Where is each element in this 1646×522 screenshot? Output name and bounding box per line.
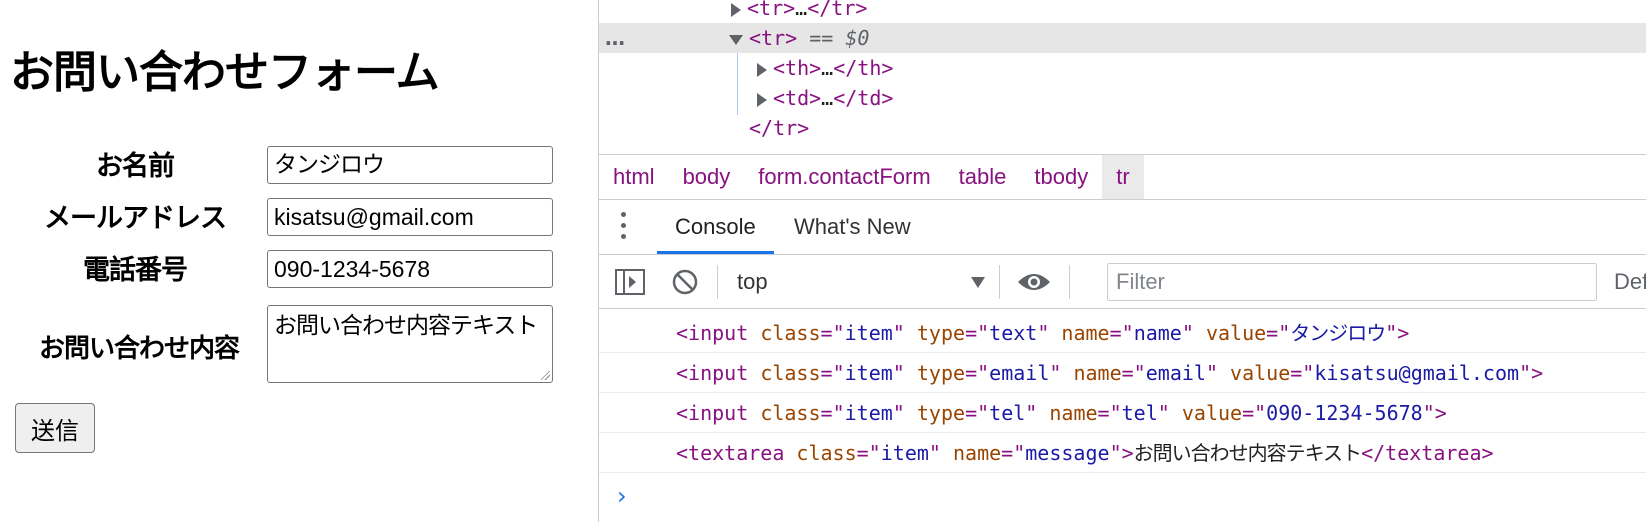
web-page: お問い合わせフォーム お名前 タンジロウ メールアドレス kisatsu@gma… xyxy=(0,0,598,522)
console-message: <input class="item" type="email" name="e… xyxy=(599,353,1646,393)
breadcrumb-table[interactable]: table xyxy=(945,155,1021,199)
expand-triangle-icon[interactable] xyxy=(757,92,767,107)
submit-button[interactable]: 送信 xyxy=(15,403,95,453)
tree-node-tr-selected[interactable]: … <tr> == $0 xyxy=(599,23,1646,53)
message-textarea[interactable]: お問い合わせ内容テキスト xyxy=(267,305,553,383)
tel-input[interactable]: 090-1234-5678 xyxy=(267,250,553,288)
filter-input[interactable]: Filter xyxy=(1107,263,1597,301)
context-value: top xyxy=(737,269,768,294)
page-title: お問い合わせフォーム xyxy=(10,47,440,98)
clear-console-icon[interactable] xyxy=(671,268,699,296)
devtools-panel: <tr>…</tr> … <tr> == $0 <th>…</th> <td>…… xyxy=(598,0,1646,522)
breadcrumb-form[interactable]: form.contactForm xyxy=(744,155,944,199)
name-label: お名前 xyxy=(96,151,175,182)
tree-node-tr-collapsed[interactable]: <tr>…</tr> xyxy=(599,0,1646,23)
breadcrumb-tr[interactable]: tr xyxy=(1102,155,1144,199)
console-message: <input class="item" type="tel" name="tel… xyxy=(599,393,1646,433)
elements-tree: <tr>…</tr> … <tr> == $0 <th>…</th> <td>…… xyxy=(599,0,1646,154)
tab-whats-new[interactable]: What's New xyxy=(794,200,911,254)
expand-triangle-icon[interactable] xyxy=(731,2,741,17)
log-levels-dropdown[interactable]: Def xyxy=(1614,263,1646,301)
tree-node-tr-close[interactable]: </tr> xyxy=(599,113,1646,143)
email-label: メールアドレス xyxy=(44,203,227,234)
breadcrumb-tbody[interactable]: tbody xyxy=(1020,155,1102,199)
message-text: お問い合わせ内容テキスト xyxy=(274,313,538,339)
sidebar-toggle-icon[interactable] xyxy=(615,269,645,295)
email-input[interactable]: kisatsu@gmail.com xyxy=(267,198,553,236)
tree-node-td[interactable]: <td>…</td> xyxy=(599,83,1646,113)
collapse-triangle-icon[interactable] xyxy=(729,34,743,45)
toolbar-separator xyxy=(717,265,718,299)
message-label: お問い合わせ内容 xyxy=(38,334,240,364)
breadcrumb-html[interactable]: html xyxy=(599,155,669,199)
console-message: <textarea class="item" name="message">お問… xyxy=(599,433,1646,473)
chevron-down-icon xyxy=(971,277,985,288)
more-dots-icon[interactable]: … xyxy=(605,23,626,53)
tel-label: 電話番号 xyxy=(83,255,188,286)
breadcrumb-body[interactable]: body xyxy=(669,155,745,199)
console-prompt-icon[interactable]: › xyxy=(617,482,627,510)
eye-icon[interactable] xyxy=(1017,270,1051,294)
tree-indent-guide xyxy=(737,53,738,115)
tab-console[interactable]: Console xyxy=(657,200,774,254)
name-input[interactable]: タンジロウ xyxy=(267,146,553,184)
drawer-tab-bar: Console What's New xyxy=(599,200,1646,255)
console-message: <input class="item" type="text" name="na… xyxy=(599,313,1646,353)
kebab-menu-icon[interactable] xyxy=(621,212,627,242)
expand-triangle-icon[interactable] xyxy=(757,62,767,77)
breadcrumb: html body form.contactForm table tbody t… xyxy=(599,154,1646,200)
resize-grip-icon[interactable] xyxy=(541,371,550,380)
context-selector[interactable]: top xyxy=(729,265,991,299)
tree-node-th[interactable]: <th>…</th> xyxy=(599,53,1646,83)
toolbar-separator xyxy=(1069,265,1070,299)
console-toolbar: top Filter Def xyxy=(599,255,1646,309)
toolbar-separator xyxy=(999,265,1000,299)
